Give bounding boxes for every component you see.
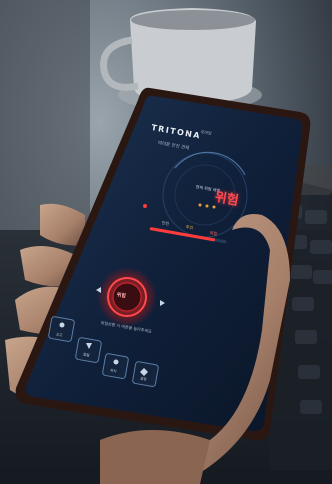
scale-label-warn: 주의	[185, 224, 194, 231]
app-brand: TRITONA	[150, 123, 202, 141]
bottom-button-label-2: 알림	[82, 352, 90, 358]
status-text: 여러분 안전 관제	[157, 141, 190, 152]
guide-text: 위험상황 시 버튼을 눌러주세요	[100, 320, 153, 334]
scale-label-danger: 위험	[209, 230, 218, 237]
phone-screen: TRITONA 모바일 여러분 안전 관제 현재 위험 레벨 위험 안전 주의 …	[0, 0, 332, 484]
bottom-button-label-4: 설정	[139, 376, 147, 382]
bottom-button-label-3: 위치	[109, 368, 117, 374]
scale-label-safe: 안전	[161, 220, 170, 227]
app-brand-sub: 모바일	[200, 129, 213, 136]
alert-button[interactable]: 위험	[116, 292, 126, 300]
photo-scene: TRITONA 모바일 여러분 안전 관제 현재 위험 레벨 위험 안전 주의 …	[0, 0, 332, 484]
risk-level: 위험	[213, 190, 240, 209]
bottom-button-label-1: 신고	[55, 332, 63, 338]
